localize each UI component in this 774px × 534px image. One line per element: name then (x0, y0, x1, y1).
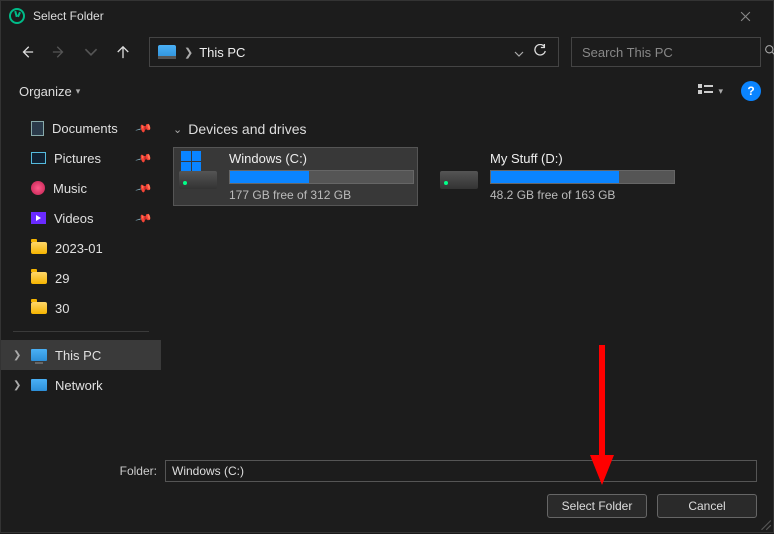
sidebar-item-label: Videos (54, 211, 94, 226)
chevron-down-icon (84, 45, 98, 59)
sidebar-item-label: This PC (55, 348, 101, 363)
back-button[interactable] (13, 38, 41, 66)
app-icon (9, 8, 25, 24)
sidebar-item-pictures[interactable]: Pictures 📌 (1, 143, 161, 173)
toolbar: Organize ▾ ▾ ? (1, 73, 773, 109)
drive-info: Windows (C:) 177 GB free of 312 GB (229, 151, 414, 202)
pin-icon: 📌 (135, 209, 153, 227)
arrow-right-icon (52, 45, 66, 59)
music-icon (31, 181, 45, 195)
pc-icon (31, 349, 47, 361)
path-dropdown[interactable] (514, 45, 524, 60)
sidebar-item-folder-29[interactable]: 29 (1, 263, 161, 293)
drive-item[interactable]: Windows (C:) 177 GB free of 312 GB (173, 147, 418, 206)
button-row: Select Folder Cancel (17, 494, 757, 518)
refresh-button[interactable] (530, 44, 550, 61)
sidebar: Documents 📌 Pictures 📌 Music 📌 Videos 📌 2023… (1, 109, 161, 450)
body: Documents 📌 Pictures 📌 Music 📌 Videos 📌 2023… (1, 109, 773, 450)
search-input[interactable] (582, 45, 758, 60)
address-bar[interactable]: ❯ This PC (149, 37, 559, 67)
drive-free-text: 48.2 GB free of 163 GB (490, 188, 675, 202)
navbar: ❯ This PC (1, 31, 773, 73)
drive-usage-bar (490, 170, 675, 184)
sidebar-item-label: Pictures (54, 151, 101, 166)
pin-icon: 📌 (135, 149, 153, 167)
recent-dropdown[interactable] (77, 38, 105, 66)
pin-icon: 📌 (135, 119, 153, 137)
arrow-up-icon (116, 45, 130, 59)
resize-grip[interactable] (758, 517, 772, 531)
sidebar-item-folder-2023-01[interactable]: 2023-01 (1, 233, 161, 263)
chevron-right-icon[interactable]: ❯ (13, 350, 21, 361)
sidebar-separator (13, 331, 149, 332)
drive-usage-bar (229, 170, 414, 184)
refresh-icon (533, 44, 547, 58)
sidebar-item-label: 29 (55, 271, 69, 286)
folder-row: Folder: (17, 460, 757, 482)
network-icon (31, 379, 47, 391)
folder-input[interactable] (165, 460, 757, 482)
folder-icon (31, 272, 47, 284)
close-icon (740, 11, 751, 22)
this-pc-icon (158, 45, 176, 59)
document-icon (31, 121, 44, 136)
sidebar-item-network[interactable]: ❯ Network (1, 370, 161, 400)
chevron-down-icon: ⌄ (173, 123, 182, 136)
path-text: This PC (199, 45, 508, 60)
content-pane: ⌄ Devices and drives Windows (C:) 177 GB … (161, 109, 773, 450)
folder-icon (31, 302, 47, 314)
sidebar-item-label: Network (55, 378, 103, 393)
chevron-down-icon (514, 51, 524, 57)
breadcrumb-chevron-icon: ❯ (184, 46, 193, 59)
titlebar: Select Folder (1, 1, 773, 31)
view-options-button[interactable]: ▾ (692, 80, 729, 102)
close-button[interactable] (725, 1, 765, 31)
view-grid-icon (698, 84, 714, 98)
footer: Folder: Select Folder Cancel (1, 450, 773, 532)
chevron-down-icon: ▾ (76, 86, 81, 97)
group-header[interactable]: ⌄ Devices and drives (173, 121, 761, 137)
search-icon (764, 44, 774, 60)
cancel-button[interactable]: Cancel (657, 494, 757, 518)
drive-icon (177, 151, 219, 193)
drive-free-text: 177 GB free of 312 GB (229, 188, 414, 202)
pictures-icon (31, 152, 46, 164)
sidebar-item-music[interactable]: Music 📌 (1, 173, 161, 203)
forward-button[interactable] (45, 38, 73, 66)
videos-icon (31, 212, 46, 224)
windows-logo-icon (181, 151, 201, 171)
arrow-left-icon (20, 45, 34, 59)
organize-button[interactable]: Organize ▾ (13, 80, 86, 103)
sidebar-item-folder-30[interactable]: 30 (1, 293, 161, 323)
sidebar-item-this-pc[interactable]: ❯ This PC (1, 340, 161, 370)
drive-item[interactable]: My Stuff (D:) 48.2 GB free of 163 GB (434, 147, 679, 206)
sidebar-item-label: Documents (52, 121, 118, 136)
drive-icon (438, 151, 480, 193)
sidebar-item-label: 2023-01 (55, 241, 103, 256)
folder-label: Folder: (17, 464, 157, 478)
window-title: Select Folder (33, 9, 725, 23)
sidebar-item-documents[interactable]: Documents 📌 (1, 113, 161, 143)
sidebar-item-videos[interactable]: Videos 📌 (1, 203, 161, 233)
up-button[interactable] (109, 38, 137, 66)
select-folder-dialog: Select Folder ❯ This PC Organize ▾ (0, 0, 774, 533)
drive-info: My Stuff (D:) 48.2 GB free of 163 GB (490, 151, 675, 202)
select-folder-button[interactable]: Select Folder (547, 494, 647, 518)
organize-label: Organize (19, 84, 72, 99)
sidebar-item-label: Music (53, 181, 87, 196)
drive-name: Windows (C:) (229, 151, 414, 166)
folder-icon (31, 242, 47, 254)
drives-list: Windows (C:) 177 GB free of 312 GB My Stuf… (173, 147, 761, 206)
pin-icon: 📌 (135, 179, 153, 197)
sidebar-item-label: 30 (55, 301, 69, 316)
help-button[interactable]: ? (741, 81, 761, 101)
search-box[interactable] (571, 37, 761, 67)
chevron-down-icon: ▾ (718, 86, 723, 97)
group-header-label: Devices and drives (188, 121, 306, 137)
chevron-right-icon[interactable]: ❯ (13, 380, 21, 391)
drive-name: My Stuff (D:) (490, 151, 675, 166)
